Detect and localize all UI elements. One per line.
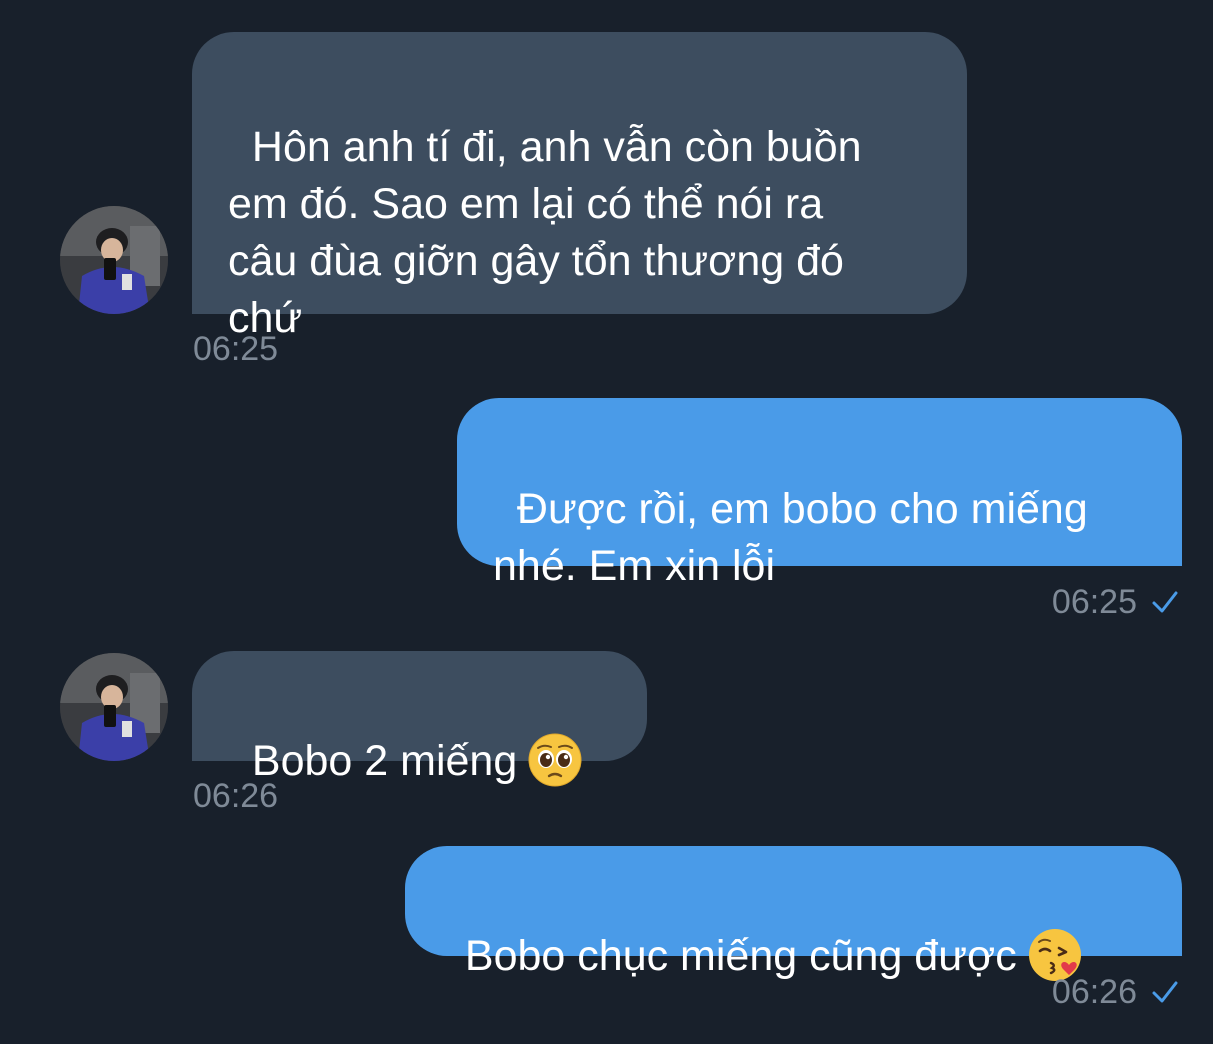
message-timestamp: 06:26 (193, 777, 279, 815)
pleading-face-emoji-icon (528, 733, 582, 787)
avatar-photo-icon (60, 206, 168, 314)
checkmark-icon (1152, 981, 1178, 1003)
message-text: Bobo chục miếng cũng được (464, 932, 1017, 980)
message-bubble-incoming[interactable]: Bobo 2 miếng (192, 651, 647, 787)
avatar[interactable] (60, 653, 168, 761)
message-bubble-outgoing[interactable]: Bobo chục miếng cũng được (405, 846, 1182, 981)
message-timestamp: 06:26 (1051, 973, 1137, 1011)
message-text: Hôn anh tí đi, anh vẫn còn buồn em đó. S… (228, 123, 862, 342)
message-bubble-outgoing[interactable]: Được rồi, em bobo cho miếng nhé. Em xin … (457, 398, 1182, 590)
message-timestamp: 06:25 (193, 330, 279, 368)
message-text: Được rồi, em bobo cho miếng nhé. Em xin … (493, 485, 1088, 590)
message-text: Bobo 2 miếng (251, 737, 518, 785)
checkmark-icon (1152, 591, 1178, 613)
avatar-photo-icon (60, 653, 168, 761)
message-bubble-incoming[interactable]: Hôn anh tí đi, anh vẫn còn buồn em đó. S… (192, 32, 967, 342)
message-timestamp-row: 06:25 (1052, 582, 1179, 622)
avatar[interactable] (60, 206, 168, 314)
message-timestamp: 06:25 (1051, 583, 1137, 621)
message-timestamp-row: 06:26 (1052, 972, 1179, 1012)
